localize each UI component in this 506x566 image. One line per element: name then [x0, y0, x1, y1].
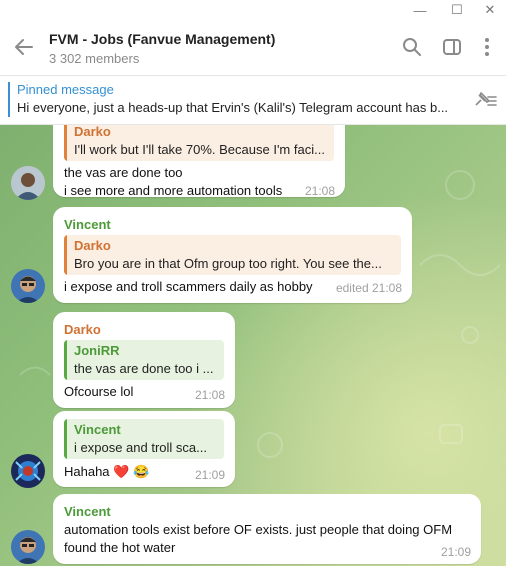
message-time: 21:09 [440, 545, 471, 559]
pinned-message-bar[interactable]: Pinned message Hi everyone, just a heads… [0, 76, 506, 125]
message-time: 21:09 [194, 468, 225, 482]
quote-text: the vas are done too i ... [74, 361, 214, 376]
quote-sender: Vincent [74, 422, 121, 437]
message-bubble[interactable]: Vincent automation tools exist before OF… [53, 494, 481, 564]
message-bubble[interactable]: Darko JoniRR the vas are done too i ... … [53, 312, 235, 408]
message-time: 21:08 [194, 388, 225, 402]
minimize-button[interactable]: — [404, 0, 436, 20]
message-text: automation tools exist before OF exists.… [64, 522, 453, 537]
message-text: Ofcourse lol [64, 384, 134, 399]
user-avatar-icon [11, 454, 45, 488]
message-time: edited 21:08 [335, 281, 402, 295]
sidebar-toggle-icon[interactable] [441, 36, 463, 58]
back-arrow-icon[interactable] [12, 35, 36, 59]
pinned-text: Hi everyone, just a heads-up that Ervin'… [17, 100, 449, 115]
avatar[interactable] [11, 454, 45, 488]
message-text: Hahaha ❤️ 😂 [64, 464, 150, 479]
reply-quote[interactable]: Darko I'll work but I'll take 70%. Becau… [64, 125, 334, 161]
member-count: 3 302 members [49, 51, 140, 66]
message-sender[interactable]: Vincent [64, 217, 111, 232]
reply-quote[interactable]: Darko Bro you are in that Ofm group too … [64, 235, 401, 275]
message-sender[interactable]: Vincent [64, 504, 111, 519]
quote-sender: Darko [74, 125, 111, 139]
message-text: found the hot water [64, 540, 176, 555]
message-text: i see more and more automation tools [64, 183, 283, 198]
quote-text: i expose and troll sca... [74, 440, 207, 455]
message-sender[interactable]: Darko [64, 322, 101, 337]
more-vertical-icon[interactable] [476, 36, 498, 58]
message-text: the vas are done too [64, 165, 183, 180]
message-bubble[interactable]: Darko I'll work but I'll take 70%. Becau… [53, 125, 345, 198]
pinned-accent-bar [8, 82, 10, 117]
reply-quote[interactable]: JoniRR the vas are done too i ... [64, 340, 224, 380]
maximize-button[interactable]: ☐ [441, 0, 473, 20]
avatar[interactable] [11, 530, 45, 564]
message-bubble[interactable]: Vincent i expose and troll sca... Hahaha… [53, 411, 235, 487]
pinned-title: Pinned message [17, 82, 114, 97]
quote-sender: Darko [74, 238, 111, 253]
chat-title[interactable]: FVM - Jobs (Fanvue Management) [49, 31, 275, 47]
user-avatar-icon [11, 166, 45, 200]
message-time: 21:08 [304, 184, 335, 198]
quote-sender: JoniRR [74, 343, 120, 358]
reply-quote[interactable]: Vincent i expose and troll sca... [64, 419, 224, 459]
quote-text: I'll work but I'll take 70%. Because I'm… [74, 142, 325, 157]
unpin-list-icon[interactable] [472, 89, 498, 111]
quote-text: Bro you are in that Ofm group too right.… [74, 256, 382, 271]
message-text: i expose and troll scammers daily as hob… [64, 279, 313, 294]
window-titlebar: — ☐ ✕ [0, 0, 506, 20]
avatar[interactable] [11, 166, 45, 200]
user-avatar-icon [11, 269, 45, 303]
user-avatar-icon [11, 530, 45, 564]
search-icon[interactable] [401, 36, 423, 58]
chat-header: FVM - Jobs (Fanvue Management) 3 302 mem… [0, 20, 506, 76]
message-bubble[interactable]: Vincent Darko Bro you are in that Ofm gr… [53, 207, 412, 303]
close-window-button[interactable]: ✕ [474, 0, 506, 20]
chat-messages-area[interactable]: Darko I'll work but I'll take 70%. Becau… [0, 125, 506, 566]
avatar[interactable] [11, 269, 45, 303]
